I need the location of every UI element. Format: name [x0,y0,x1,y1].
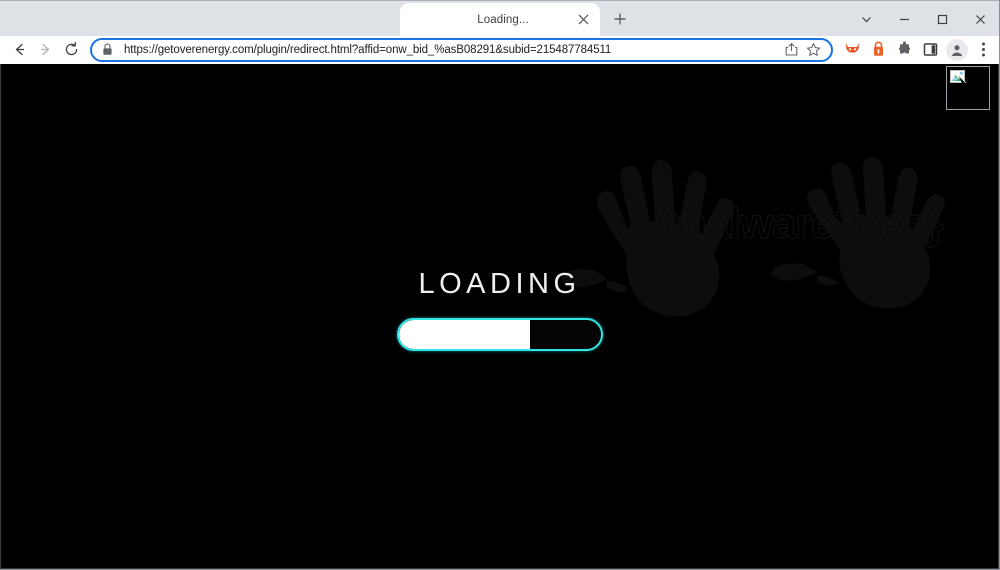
broken-image-placeholder [946,66,990,110]
fox-extension-icon[interactable] [841,39,863,61]
browser-tab[interactable]: Loading... [400,3,600,36]
progress-bar-fill [398,320,530,349]
address-bar[interactable]: https://getoverenergy.com/plugin/redirec… [90,37,833,62]
profile-avatar[interactable] [946,38,968,61]
close-tab-icon[interactable] [574,11,592,29]
tab-title: Loading... [477,13,529,26]
close-window-button[interactable] [961,4,999,34]
broken-image-icon [950,70,968,88]
url-text[interactable]: https://getoverenergy.com/plugin/redirec… [124,44,779,56]
browser-window: Loading... https://getoverenergy.com/plu… [0,0,1000,570]
page-content: {malwarefixes} LOADING [0,64,999,569]
loading-indicator: LOADING [1,270,998,351]
loading-label: LOADING [418,268,581,300]
new-tab-button[interactable] [606,5,634,33]
window-controls [847,1,999,37]
tab-search-button[interactable] [847,4,885,34]
padlock-icon [102,43,116,56]
puzzle-extensions-icon[interactable] [893,39,915,61]
tab-strip: Loading... [0,0,999,36]
lock-extension-icon[interactable] [867,39,889,61]
watermark-text: {malwarefixes} [653,200,945,249]
three-dot-menu-icon[interactable] [973,38,993,62]
browser-toolbar: https://getoverenergy.com/plugin/redirec… [0,36,999,64]
reload-button[interactable] [58,37,84,63]
progress-bar [396,318,603,351]
bookmark-star-icon[interactable] [803,40,823,60]
minimize-button[interactable] [885,4,923,34]
side-panel-icon[interactable] [919,39,941,61]
share-icon[interactable] [781,40,801,60]
back-button[interactable] [6,37,32,63]
forward-button[interactable] [32,37,58,63]
maximize-button[interactable] [923,4,961,34]
